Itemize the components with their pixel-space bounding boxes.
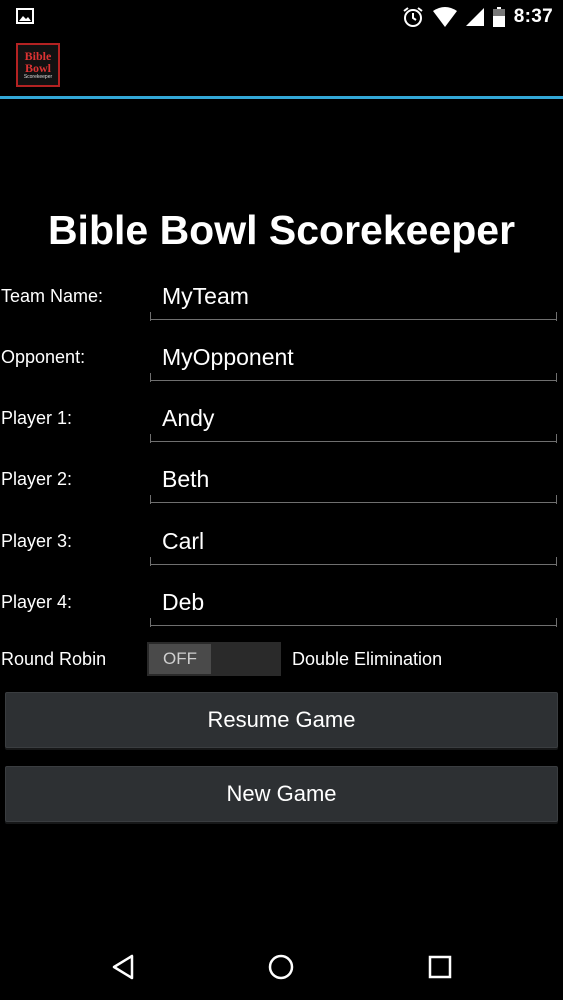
opponent-row: Opponent: [0, 335, 563, 385]
field-edge [150, 618, 151, 627]
field-edge [150, 312, 151, 321]
back-icon[interactable] [109, 952, 139, 982]
screen: 8:37 Bible Bowl Scorekeeper Bible Bowl S… [0, 0, 563, 1000]
field-edge [556, 618, 557, 627]
field-edge [556, 495, 557, 504]
field-edge [556, 557, 557, 566]
field-edge [556, 312, 557, 321]
tournament-type-switch[interactable]: OFF [147, 642, 281, 676]
team-name-input[interactable] [150, 274, 557, 320]
battery-icon [492, 7, 505, 27]
field-edge [150, 434, 151, 443]
wifi-icon [432, 7, 457, 27]
alarm-icon [403, 7, 423, 27]
opponent-input[interactable] [150, 335, 557, 381]
clock: 8:37 [513, 6, 553, 27]
home-icon[interactable] [266, 952, 296, 982]
player-2-input[interactable] [150, 457, 557, 503]
player-4-label: Player 4: [1, 592, 73, 612]
new-game-button[interactable]: New Game [5, 766, 558, 822]
page-title: Bible Bowl Scorekeeper [47, 207, 516, 253]
player-4-row: Player 4: [0, 580, 563, 630]
player-2-row: Player 2: [0, 457, 563, 507]
player-2-label: Player 2: [1, 469, 73, 489]
status-icons: 8:37 [402, 5, 553, 29]
field-edge [150, 373, 151, 382]
switch-thumb: OFF [149, 644, 211, 674]
field-edge [150, 557, 151, 566]
recents-icon[interactable] [425, 952, 455, 982]
round-robin-label: Round Robin [1, 649, 107, 669]
app-logo[interactable]: Bible Bowl Scorekeeper [16, 43, 60, 87]
player-3-label: Player 3: [1, 531, 73, 551]
status-bar: 8:37 [0, 0, 563, 34]
field-edge [556, 373, 557, 382]
action-bar-divider [0, 96, 563, 99]
opponent-label: Opponent: [1, 347, 86, 367]
double-elimination-label: Double Elimination [292, 649, 443, 669]
signal-icon [465, 8, 484, 26]
image-icon [16, 8, 34, 24]
player-1-row: Player 1: [0, 396, 563, 446]
resume-game-button[interactable]: Resume Game [5, 692, 558, 748]
player-4-input[interactable] [150, 580, 557, 626]
action-bar: Bible Bowl Scorekeeper [0, 34, 563, 99]
field-edge [556, 434, 557, 443]
team-name-row: Team Name: [0, 274, 563, 324]
logo-line-2: Bowl [24, 61, 51, 75]
player-3-input[interactable] [150, 519, 557, 565]
navigation-bar [0, 934, 563, 1000]
player-1-input[interactable] [150, 396, 557, 442]
player-1-label: Player 1: [1, 408, 73, 428]
team-name-label: Team Name: [1, 286, 104, 306]
logo-line-3: Scorekeeper [23, 74, 53, 80]
tournament-type-row: Round Robin OFF Double Elimination [0, 640, 563, 678]
field-edge [150, 495, 151, 504]
player-3-row: Player 3: [0, 519, 563, 569]
